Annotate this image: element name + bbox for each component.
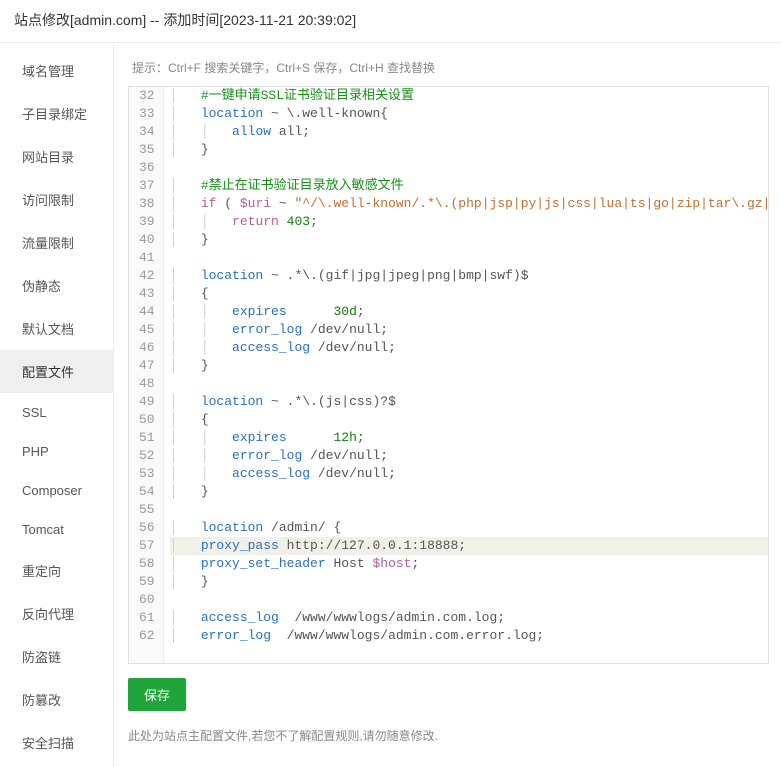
code-line-48[interactable] [170,375,768,393]
sidebar-item-13[interactable]: 反向代理 [0,592,113,635]
code-line-43[interactable]: │ { [170,285,768,303]
code-line-35[interactable]: │ } [170,141,768,159]
sidebar-item-3[interactable]: 访问限制 [0,178,113,221]
content-area: 提示：Ctrl+F 搜索关键字，Ctrl+S 保存，Ctrl+H 查找替换 32… [114,43,781,767]
code-line-62[interactable]: │ error_log /www/wwwlogs/admin.com.error… [170,627,768,645]
code-editor[interactable]: 3233343536373839404142434445464748495051… [128,86,769,664]
code-line-42[interactable]: │ location ~ .*\.(gif|jpg|jpeg|png|bmp|s… [170,267,768,285]
sidebar-item-12[interactable]: 重定向 [0,549,113,592]
code-line-51[interactable]: │ │ expires 12h; [170,429,768,447]
code-line-61[interactable]: │ access_log /www/wwwlogs/admin.com.log; [170,609,768,627]
code-line-52[interactable]: │ │ error_log /dev/null; [170,447,768,465]
code-area[interactable]: │ #一键申请SSL证书验证目录相关设置│ location ~ \.well-… [164,87,768,663]
code-line-58[interactable]: │ proxy_set_header Host $host; [170,555,768,573]
code-line-33[interactable]: │ location ~ \.well-known{ [170,105,768,123]
sidebar-item-5[interactable]: 伪静态 [0,264,113,307]
code-line-53[interactable]: │ │ access_log /dev/null; [170,465,768,483]
code-line-47[interactable]: │ } [170,357,768,375]
sidebar-item-10[interactable]: Composer [0,471,113,510]
sidebar-item-4[interactable]: 流量限制 [0,221,113,264]
sidebar-item-16[interactable]: 安全扫描 [0,721,113,764]
sidebar-item-1[interactable]: 子目录绑定 [0,92,113,135]
code-line-45[interactable]: │ │ error_log /dev/null; [170,321,768,339]
code-line-46[interactable]: │ │ access_log /dev/null; [170,339,768,357]
sidebar-item-8[interactable]: SSL [0,393,113,432]
save-button[interactable]: 保存 [128,678,186,711]
code-line-41[interactable] [170,249,768,267]
code-line-40[interactable]: │ } [170,231,768,249]
code-line-44[interactable]: │ │ expires 30d; [170,303,768,321]
code-line-54[interactable]: │ } [170,483,768,501]
main-wrap: 域名管理子目录绑定网站目录访问限制流量限制伪静态默认文档配置文件SSLPHPCo… [0,43,781,767]
code-line-60[interactable] [170,591,768,609]
hint-text: 提示：Ctrl+F 搜索关键字，Ctrl+S 保存，Ctrl+H 查找替换 [128,57,769,78]
code-line-38[interactable]: │ if ( $uri ~ "^/\.well-known/.*\.(php|j… [170,195,768,213]
sidebar-item-7[interactable]: 配置文件 [0,350,113,393]
code-line-50[interactable]: │ { [170,411,768,429]
code-line-37[interactable]: │ #禁止在证书验证目录放入敏感文件 [170,177,768,195]
code-line-59[interactable]: │ } [170,573,768,591]
sidebar-item-2[interactable]: 网站目录 [0,135,113,178]
sidebar: 域名管理子目录绑定网站目录访问限制流量限制伪静态默认文档配置文件SSLPHPCo… [0,43,114,767]
window-title: 站点修改[admin.com] -- 添加时间[2023-11-21 20:39… [0,0,781,43]
line-number-gutter: 3233343536373839404142434445464748495051… [129,87,164,663]
code-line-32[interactable]: │ #一键申请SSL证书验证目录相关设置 [170,87,768,105]
code-line-57[interactable]: │ proxy_pass http://127.0.0.1:18888; [170,537,768,555]
code-line-56[interactable]: │ location /admin/ { [170,519,768,537]
sidebar-item-14[interactable]: 防盗链 [0,635,113,678]
code-line-36[interactable] [170,159,768,177]
code-line-39[interactable]: │ │ return 403; [170,213,768,231]
sidebar-item-11[interactable]: Tomcat [0,510,113,549]
sidebar-item-0[interactable]: 域名管理 [0,49,113,92]
sidebar-item-6[interactable]: 默认文档 [0,307,113,350]
sidebar-item-15[interactable]: 防篡改 [0,678,113,721]
sidebar-item-9[interactable]: PHP [0,432,113,471]
code-line-34[interactable]: │ │ allow all; [170,123,768,141]
description-text: 此处为站点主配置文件,若您不了解配置规则,请勿随意修改. [128,727,769,744]
code-line-55[interactable] [170,501,768,519]
code-line-49[interactable]: │ location ~ .*\.(js|css)?$ [170,393,768,411]
